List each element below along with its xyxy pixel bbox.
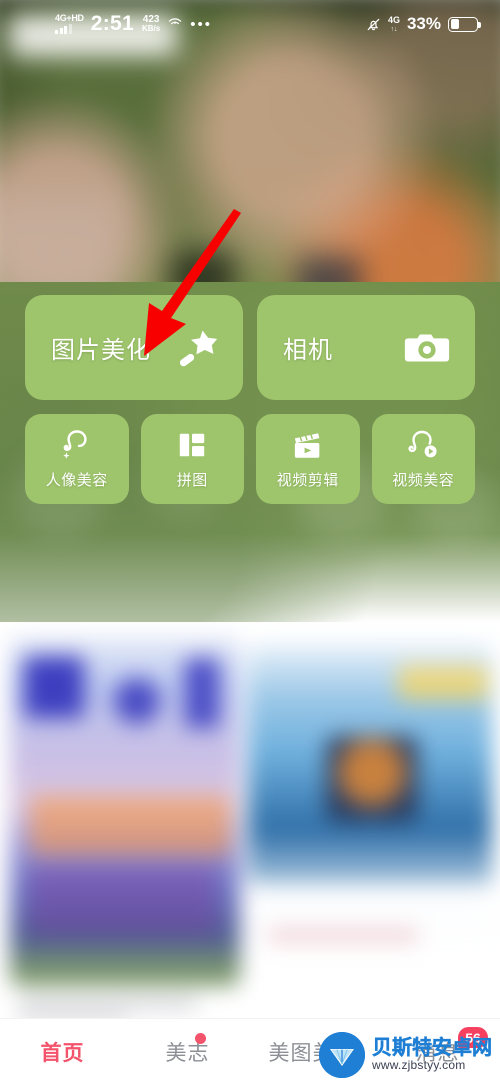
phone-screen: 4G+HD 2:51 423 KB/s ••• 4G ↑↓ 33% 图片美化 相… — [0, 0, 500, 1084]
content-feed[interactable] — [0, 600, 500, 1020]
tile-video-edit-label: 视频剪辑 — [276, 472, 339, 489]
bell-mute-icon — [366, 17, 381, 32]
tile-photo-beautify-label: 图片美化 — [51, 337, 151, 364]
feed-caption-right — [268, 930, 418, 941]
feed-blurred-cards — [0, 600, 500, 1020]
watermark-site-name: 贝斯特安卓网 — [372, 1037, 492, 1060]
network-type-label: 4G+HD — [55, 13, 84, 23]
watermark-site-url: www.zjbstyy.com — [372, 1058, 466, 1073]
tile-portrait-beauty-label: 人像美容 — [45, 472, 108, 489]
tile-collage-label: 拼图 — [176, 472, 208, 489]
status-bar: 4G+HD 2:51 423 KB/s ••• 4G ↑↓ 33% — [0, 0, 500, 48]
tile-photo-beautify[interactable]: 图片美化 — [25, 295, 243, 400]
tile-collage[interactable]: 拼图 — [140, 414, 244, 504]
status-bar-right: 4G ↑↓ 33% — [366, 14, 500, 34]
tile-camera[interactable]: 相机 — [257, 295, 475, 400]
collage-grid-icon — [175, 428, 209, 462]
tile-portrait-beauty[interactable]: 人像美容 — [25, 414, 129, 504]
tile-video-edit[interactable]: 视频剪辑 — [256, 414, 360, 504]
tile-camera-label: 相机 — [283, 337, 333, 364]
network-speed-indicator: 423 KB/s — [142, 14, 161, 34]
nav-tab-meizhi-dot-badge — [195, 1033, 206, 1044]
signal-bars-icon — [55, 24, 72, 34]
feed-caption-left — [18, 998, 198, 1008]
more-dots-icon: ••• — [190, 15, 212, 33]
battery-icon — [448, 16, 481, 32]
tile-video-beauty[interactable]: 视频美容 — [371, 414, 475, 504]
video-clapper-play-icon — [291, 428, 325, 462]
wifi-hotspot-icon — [167, 16, 183, 33]
action-panel: 图片美化 相机 人像美容 拼图 视频剪辑 视频美容 — [0, 282, 500, 504]
watermark-text: 贝斯特安卓网 www.zjbstyy.com — [372, 1038, 492, 1072]
battery-percent-label: 33% — [406, 14, 441, 33]
feed-card-left[interactable] — [10, 636, 240, 986]
nav-tab-meizhi[interactable]: 美志 — [125, 1019, 250, 1084]
network-type-right-sub: ↑↓ — [390, 25, 398, 33]
portrait-beauty-icon — [60, 428, 94, 462]
magic-wand-star-icon — [169, 322, 221, 374]
primary-tile-row: 图片美化 相机 — [0, 282, 500, 400]
nav-tab-home[interactable]: 首页 — [0, 1019, 125, 1084]
status-bar-left: 4G+HD 2:51 423 KB/s ••• — [0, 12, 212, 36]
feed-card-right[interactable] — [248, 644, 492, 964]
site-watermark: 贝斯特安卓网 www.zjbstyy.com — [319, 1032, 492, 1078]
secondary-tile-row: 人像美容 拼图 视频剪辑 视频美容 — [0, 400, 500, 504]
nav-tab-home-label: 首页 — [40, 1041, 85, 1065]
status-clock: 2:51 — [90, 12, 134, 35]
camera-icon — [401, 322, 453, 374]
signal-indicator: 4G+HD — [55, 14, 84, 34]
video-portrait-play-icon — [406, 428, 440, 462]
watermark-logo-icon — [319, 1032, 365, 1078]
network-type-right-label: 4G — [387, 14, 400, 25]
network-type-right: 4G ↑↓ — [387, 14, 400, 33]
tile-video-beauty-label: 视频美容 — [392, 472, 455, 489]
network-speed-unit: KB/s — [142, 24, 161, 34]
